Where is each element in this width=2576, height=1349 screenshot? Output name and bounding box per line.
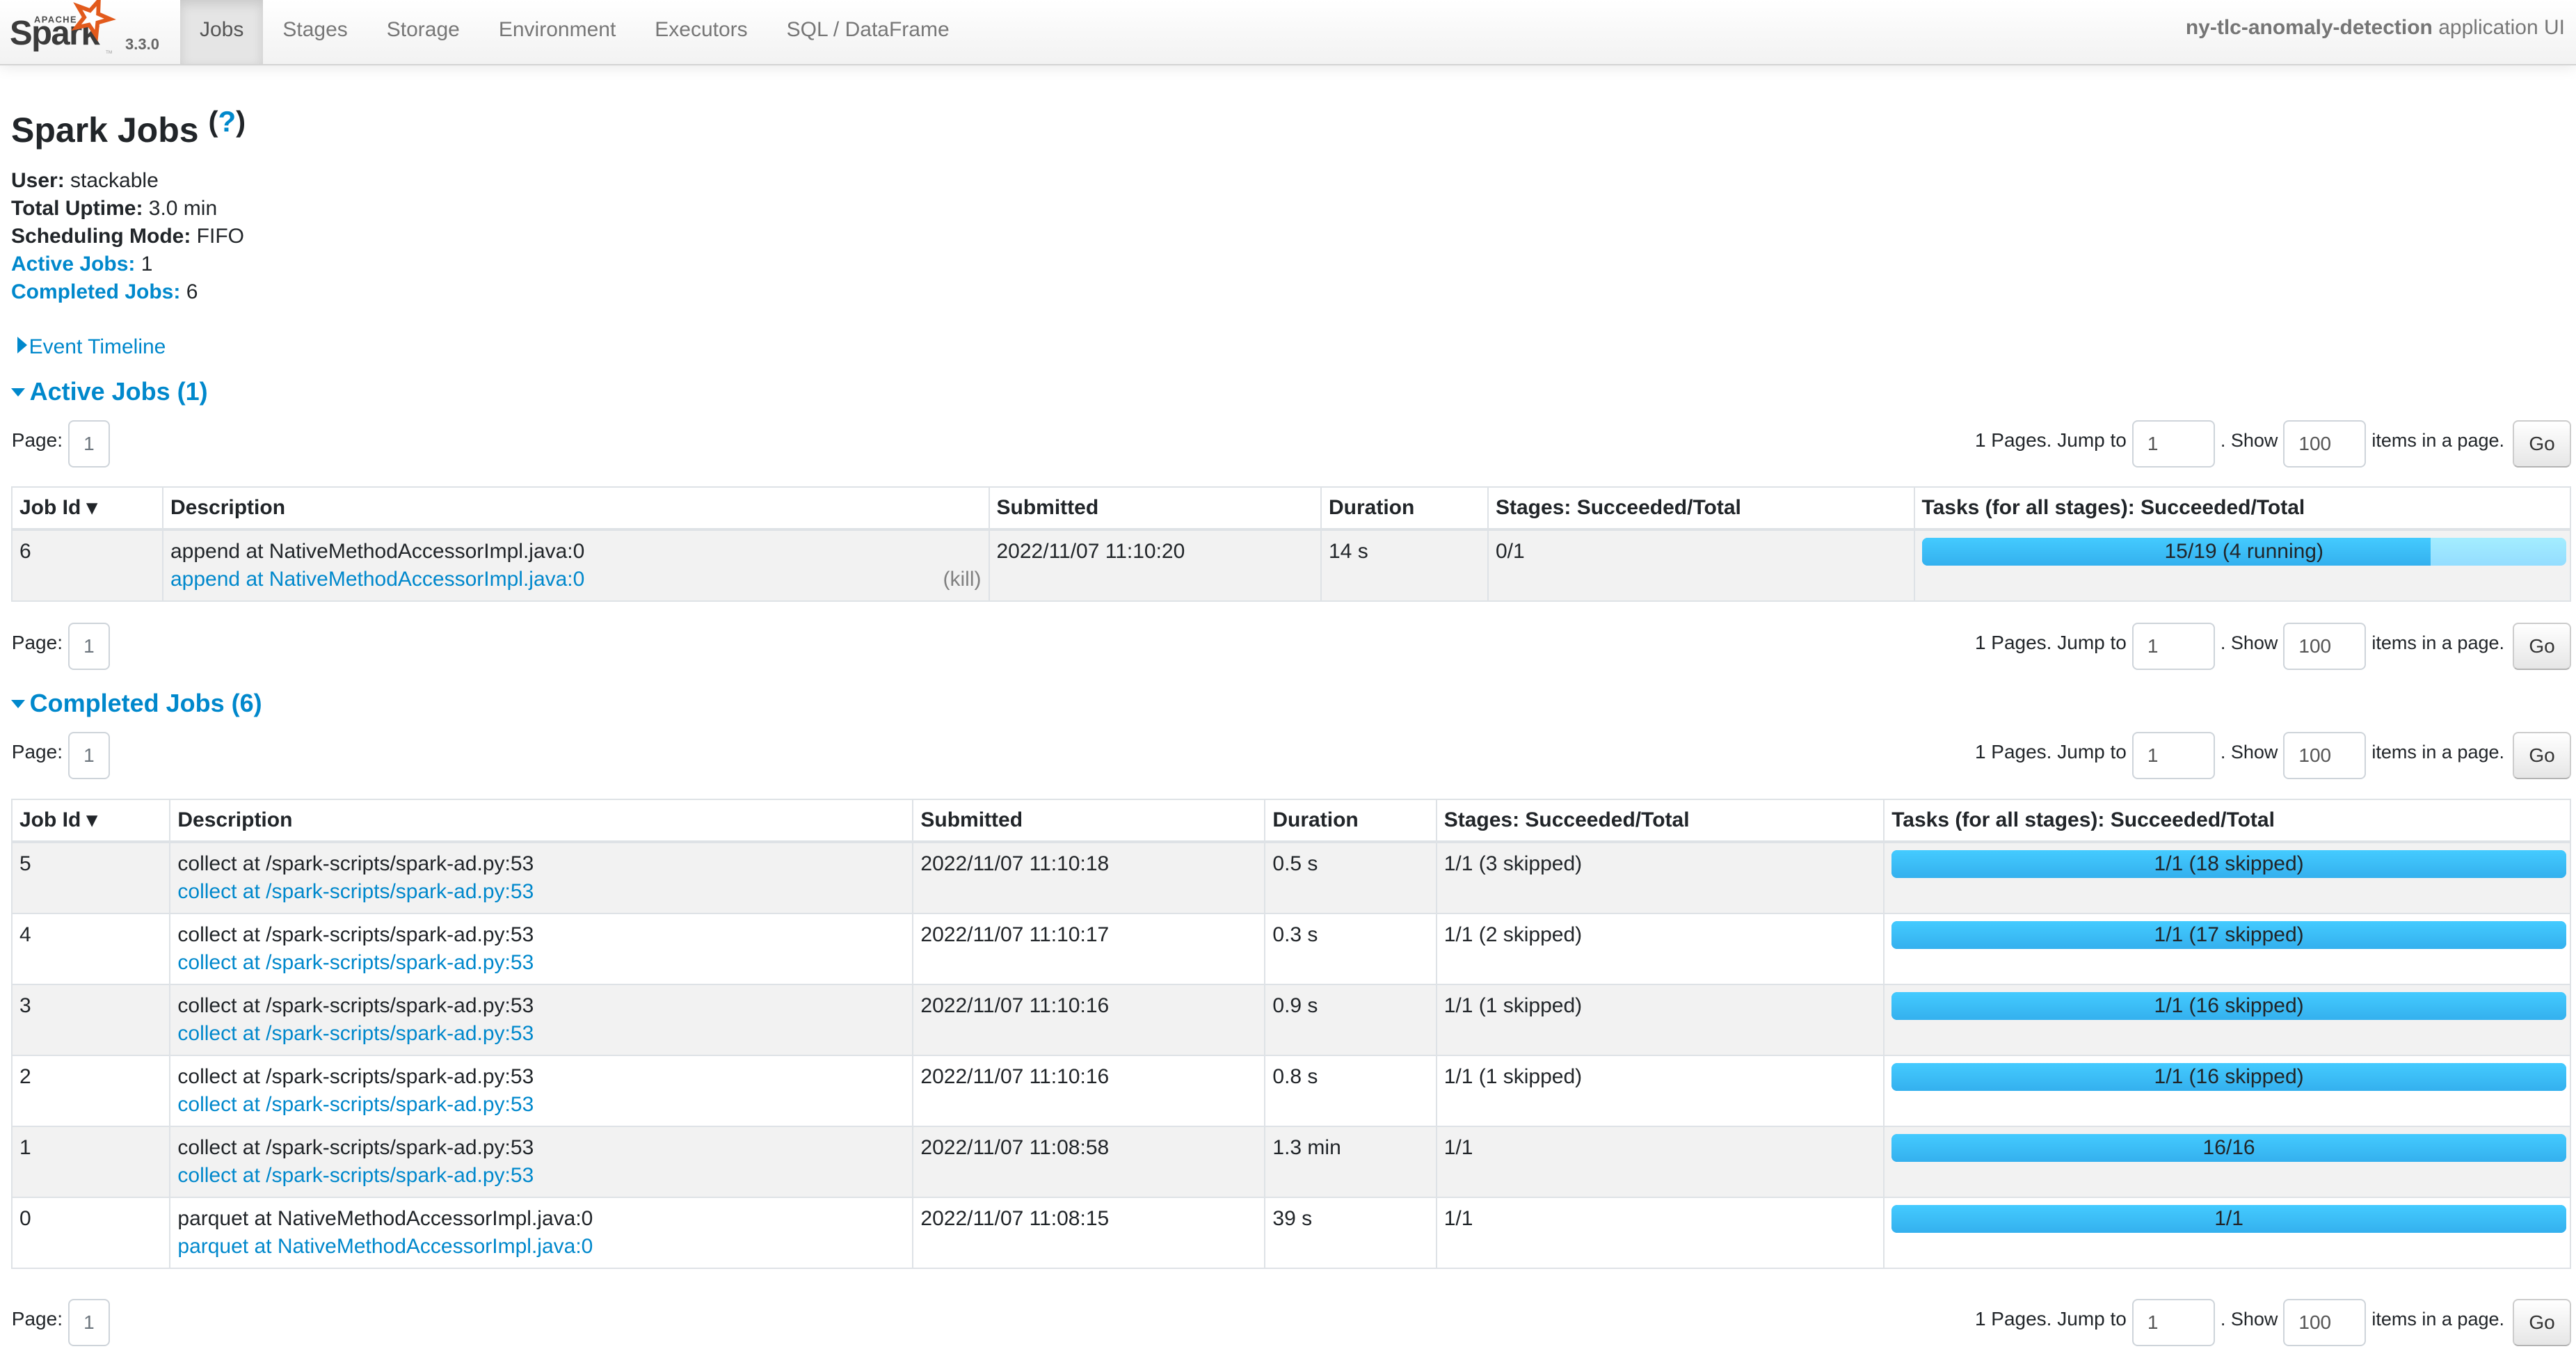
svg-text:TM: TM — [106, 50, 112, 55]
